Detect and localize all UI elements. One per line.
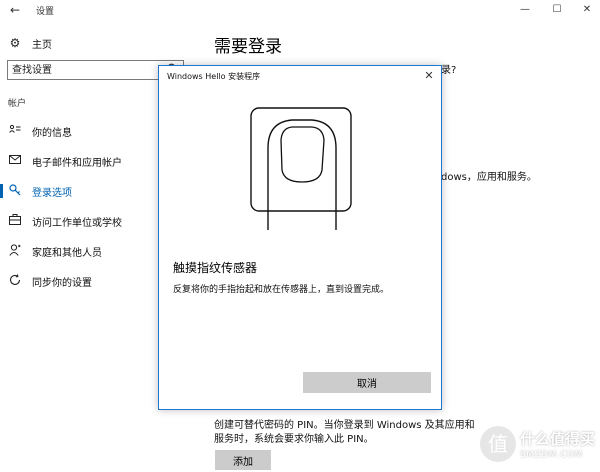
- search-input[interactable]: [12, 62, 152, 78]
- dialog-heading: 触摸指纹传感器: [173, 261, 258, 275]
- sidebar-item-label: 访问工作单位或学校: [32, 217, 122, 229]
- obscured-text-top: 录?: [441, 65, 457, 76]
- active-indicator: [0, 184, 3, 198]
- briefcase-icon: [8, 214, 22, 228]
- page-title: 需要登录: [214, 37, 282, 57]
- watermark-domain: SMZDM.COM: [520, 450, 583, 460]
- obscured-text-mid: dows，应用和服务。: [441, 172, 537, 183]
- person-icon: [8, 244, 22, 258]
- fingerprint-sensor-icon: [250, 107, 352, 230]
- home-link[interactable]: ⚙ 主页: [8, 34, 188, 52]
- sidebar-item-label: 电子邮件和应用帐户: [32, 157, 122, 169]
- sidebar-item-label: 登录选项: [32, 187, 72, 199]
- gear-icon: ⚙: [9, 36, 21, 50]
- watermark: 值 什么值得买 SMZDM.COM: [472, 420, 598, 470]
- dialog-title: Windows Hello 安装程序: [167, 72, 261, 81]
- contact-card-icon: [8, 124, 22, 138]
- close-button[interactable]: ✕: [576, 3, 598, 17]
- sidebar-item-label: 你的信息: [32, 127, 72, 139]
- sidebar-item-label: 家庭和其他人员: [32, 247, 102, 259]
- back-button[interactable]: ←: [6, 2, 24, 18]
- mail-icon: [8, 154, 22, 168]
- home-label: 主页: [32, 39, 52, 51]
- add-pin-button[interactable]: 添加: [215, 450, 271, 470]
- sync-icon: [8, 274, 22, 288]
- section-label: 帐户: [8, 99, 27, 109]
- sidebar-item-label: 同步你的设置: [32, 277, 92, 289]
- watermark-text: 什么值得买: [520, 430, 596, 448]
- watermark-logo-icon: 值: [480, 426, 516, 462]
- title-bar: ← 设置 — ☐ ✕: [0, 0, 600, 20]
- dialog-instruction: 反复将你的手指抬起和放在传感器上，直到设置完成。: [173, 285, 390, 295]
- dialog-close-button[interactable]: ✕: [421, 68, 437, 84]
- cancel-button[interactable]: 取消: [303, 372, 431, 393]
- key-icon: [8, 184, 22, 198]
- maximize-button[interactable]: ☐: [546, 3, 568, 17]
- window-title: 设置: [36, 7, 55, 17]
- windows-hello-dialog: Windows Hello 安装程序 ✕ 触摸指纹传感器 反复将你的手指抬起和放…: [158, 65, 442, 410]
- minimize-button[interactable]: —: [514, 3, 536, 17]
- pin-description: 创建可替代密码的 PIN。当你登录到 Windows 及其应用和服务时，系统会要…: [214, 420, 475, 445]
